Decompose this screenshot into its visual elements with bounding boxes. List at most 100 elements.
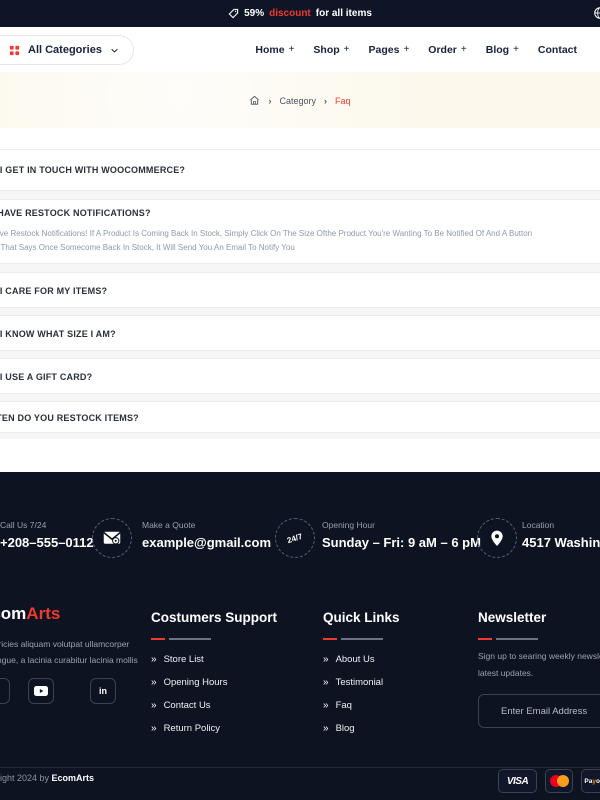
contact-quote-block: Make a Quote example@gmail.com (142, 520, 271, 550)
contact-call-block: Call Us 7/24 +208–555–0112 (0, 520, 94, 550)
discount-percent: 59% (244, 8, 264, 19)
breadcrumb-separator: › (268, 96, 271, 106)
mail-icon (92, 518, 132, 558)
all-categories-label: All Categories (28, 44, 102, 56)
divider (0, 394, 600, 401)
double-chevron-icon: » (323, 677, 328, 688)
divider (0, 264, 600, 272)
double-chevron-icon: » (323, 723, 328, 734)
footer-link-testimonial[interactable]: »Testimonial (323, 677, 383, 688)
heading-divider (323, 638, 383, 640)
faq-question[interactable]: DO YOU HAVE RESTOCK NOTIFICATIONS? (0, 208, 151, 218)
double-chevron-icon: » (323, 700, 328, 711)
discount-topbar: 59% discount for all items (0, 0, 600, 27)
main-navbar: All Categories Home+ Shop+ Pages+ Order+… (0, 27, 600, 72)
faq-answer-line: Will Appear That Says Once Somecome Back… (0, 243, 295, 252)
faq-answer-line: Yes, We Have Restock Notifications! If A… (0, 229, 532, 238)
call-value[interactable]: +208–555–0112 (0, 535, 94, 550)
location-value: 4517 Washington Ave. (522, 535, 600, 550)
double-chevron-icon: » (151, 677, 156, 688)
faq-question[interactable]: HOW DO I GET IN TOUCH WITH WOOCOMMERCE? (0, 165, 185, 175)
quote-value[interactable]: example@gmail.com (142, 535, 271, 550)
divider (0, 351, 600, 358)
faq-question[interactable]: HOW DO I CARE FOR MY ITEMS? (0, 286, 107, 296)
nav-item-contact[interactable]: Contact (538, 44, 577, 56)
contact-hours-block: Opening Hour Sunday – Fri: 9 aM – 6 pM (322, 520, 481, 550)
grid-icon (9, 45, 20, 56)
breadcrumb-category[interactable]: Category (279, 96, 316, 106)
double-chevron-icon: » (151, 700, 156, 711)
discount-rest: for all items (316, 8, 372, 19)
home-icon[interactable] (249, 95, 260, 106)
plus-icon: + (344, 44, 350, 55)
hours-value: Sunday – Fri: 9 aM – 6 pM (322, 535, 481, 550)
contact-location-block: Location 4517 Washington Ave. (522, 520, 600, 550)
nav-item-order[interactable]: Order+ (428, 44, 466, 56)
linkedin-icon[interactable]: in (90, 678, 116, 704)
divider (0, 308, 600, 315)
faq-item[interactable]: HOW DO I CARE FOR MY ITEMS? (0, 272, 600, 308)
nav-item-home[interactable]: Home+ (255, 44, 294, 56)
nav-item-blog[interactable]: Blog+ (486, 44, 519, 56)
payoneer-badge[interactable]: Payoneer (581, 769, 600, 793)
faq-item-expanded[interactable]: DO YOU HAVE RESTOCK NOTIFICATIONS? Yes, … (0, 199, 600, 264)
footer-link-opening-hours[interactable]: »Opening Hours (151, 677, 227, 688)
faq-question[interactable]: HOW DO I USE A GIFT CARD? (0, 372, 92, 382)
faq-item[interactable]: HOW DO I KNOW WHAT SIZE I AM? (0, 315, 600, 351)
faq-item[interactable]: HOW OFTEN DO YOU RESTOCK ITEMS? (0, 401, 600, 433)
faq-section: HOW DO I GET IN TOUCH WITH WOOCOMMERCE? … (0, 128, 600, 472)
youtube-icon[interactable] (28, 678, 54, 704)
footer-link-blog[interactable]: »Blog (323, 723, 355, 734)
heading-divider (478, 638, 538, 640)
nav-item-shop[interactable]: Shop+ (313, 44, 349, 56)
footer-col-title: Quick Links (323, 610, 400, 625)
all-categories-button[interactable]: All Categories (0, 35, 134, 65)
chevron-down-icon (110, 46, 119, 55)
footer-link-store-list[interactable]: »Store List (151, 654, 204, 665)
newsletter-email-input[interactable] (478, 694, 600, 728)
location-label: Location (522, 520, 600, 530)
newsletter-title: Newsletter (478, 610, 546, 625)
hours-label: Opening Hour (322, 520, 481, 530)
footer-logo[interactable]: EcomArts (0, 604, 60, 624)
discount-word: discount (269, 8, 311, 19)
call-label: Call Us 7/24 (0, 520, 94, 530)
divider (0, 433, 600, 439)
plus-icon: + (403, 44, 409, 55)
location-icon (477, 518, 517, 558)
plus-icon: + (513, 44, 519, 55)
divider (0, 767, 600, 768)
footer: Call Us 7/24 +208–555–0112 Make a Quote … (0, 472, 600, 800)
footer-link-about-us[interactable]: »About Us (323, 654, 375, 665)
breadcrumb-separator: › (324, 96, 327, 106)
newsletter-text: Sign up to searing weekly newsletter to … (478, 648, 600, 682)
breadcrumb: › Category › Faq (0, 95, 600, 106)
double-chevron-icon: » (151, 654, 156, 665)
social-icon-partial[interactable] (0, 678, 10, 704)
faq-question[interactable]: HOW DO I KNOW WHAT SIZE I AM? (0, 329, 116, 339)
faq-question[interactable]: HOW OFTEN DO YOU RESTOCK ITEMS? (0, 413, 139, 423)
plus-icon: + (289, 44, 295, 55)
footer-link-contact-us[interactable]: »Contact Us (151, 700, 211, 711)
nav-menu: Home+ Shop+ Pages+ Order+ Blog+ Contact (255, 27, 577, 72)
double-chevron-icon: » (323, 654, 328, 665)
faq-item[interactable]: HOW DO I USE A GIFT CARD? (0, 358, 600, 394)
footer-about-text: Ultricies aliquam volutpat ullamcorper c… (0, 636, 138, 668)
faq-item[interactable]: HOW DO I GET IN TOUCH WITH WOOCOMMERCE? (0, 149, 600, 191)
nav-item-pages[interactable]: Pages+ (369, 44, 410, 56)
tag-icon (228, 8, 239, 19)
footer-link-faq[interactable]: »Faq (323, 700, 352, 711)
breadcrumb-current: Faq (335, 96, 351, 106)
footer-col-title: Costumers Support (151, 610, 277, 625)
24-7-icon: 24/7 (275, 518, 315, 558)
double-chevron-icon: » (151, 723, 156, 734)
footer-link-return-policy[interactable]: »Return Policy (151, 723, 220, 734)
quote-label: Make a Quote (142, 520, 271, 530)
globe-icon[interactable] (593, 6, 600, 23)
copyright-text: Copyright 2024 by EcomArts (0, 773, 94, 783)
heading-divider (151, 638, 211, 640)
plus-icon: + (461, 44, 467, 55)
divider (0, 191, 600, 199)
mastercard-badge[interactable] (545, 769, 573, 793)
visa-badge[interactable]: VISA (498, 769, 537, 793)
